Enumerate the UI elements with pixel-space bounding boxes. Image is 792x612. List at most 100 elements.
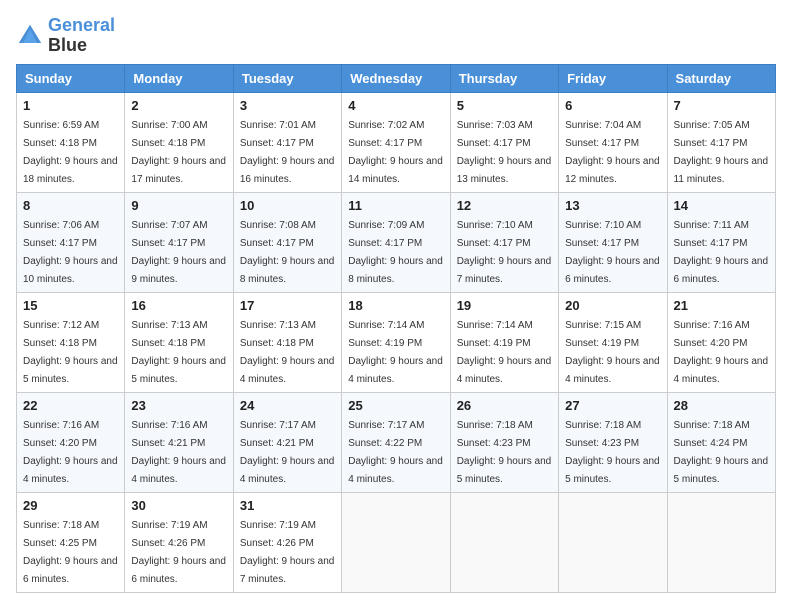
logo-text: GeneralBlue <box>48 16 115 56</box>
day-info: Sunrise: 7:01 AMSunset: 4:17 PMDaylight:… <box>240 120 335 185</box>
day-info: Sunrise: 7:11 AMSunset: 4:17 PMDaylight:… <box>674 220 769 285</box>
day-number: 25 <box>348 398 443 413</box>
calendar-cell: 9 Sunrise: 7:07 AMSunset: 4:17 PMDayligh… <box>125 192 233 292</box>
logo: GeneralBlue <box>16 16 115 56</box>
day-number: 27 <box>565 398 660 413</box>
day-info: Sunrise: 7:18 AMSunset: 4:24 PMDaylight:… <box>674 420 769 485</box>
day-info: Sunrise: 7:07 AMSunset: 4:17 PMDaylight:… <box>131 220 226 285</box>
day-number: 26 <box>457 398 552 413</box>
day-number: 7 <box>674 98 769 113</box>
calendar-cell: 18 Sunrise: 7:14 AMSunset: 4:19 PMDaylig… <box>342 292 450 392</box>
day-info: Sunrise: 7:19 AMSunset: 4:26 PMDaylight:… <box>131 520 226 585</box>
calendar-week-3: 15 Sunrise: 7:12 AMSunset: 4:18 PMDaylig… <box>17 292 776 392</box>
calendar-week-4: 22 Sunrise: 7:16 AMSunset: 4:20 PMDaylig… <box>17 392 776 492</box>
day-info: Sunrise: 7:16 AMSunset: 4:20 PMDaylight:… <box>23 420 118 485</box>
calendar-cell: 22 Sunrise: 7:16 AMSunset: 4:20 PMDaylig… <box>17 392 125 492</box>
day-info: Sunrise: 7:14 AMSunset: 4:19 PMDaylight:… <box>457 320 552 385</box>
day-info: Sunrise: 7:03 AMSunset: 4:17 PMDaylight:… <box>457 120 552 185</box>
day-info: Sunrise: 7:16 AMSunset: 4:20 PMDaylight:… <box>674 320 769 385</box>
calendar-cell: 31 Sunrise: 7:19 AMSunset: 4:26 PMDaylig… <box>233 492 341 592</box>
calendar-cell <box>342 492 450 592</box>
day-info: Sunrise: 7:14 AMSunset: 4:19 PMDaylight:… <box>348 320 443 385</box>
day-number: 19 <box>457 298 552 313</box>
day-number: 5 <box>457 98 552 113</box>
calendar-cell: 6 Sunrise: 7:04 AMSunset: 4:17 PMDayligh… <box>559 92 667 192</box>
day-info: Sunrise: 7:10 AMSunset: 4:17 PMDaylight:… <box>457 220 552 285</box>
calendar-cell: 13 Sunrise: 7:10 AMSunset: 4:17 PMDaylig… <box>559 192 667 292</box>
day-info: Sunrise: 7:17 AMSunset: 4:22 PMDaylight:… <box>348 420 443 485</box>
calendar-cell: 8 Sunrise: 7:06 AMSunset: 4:17 PMDayligh… <box>17 192 125 292</box>
day-number: 9 <box>131 198 226 213</box>
page-header: GeneralBlue <box>16 16 776 56</box>
calendar-cell: 14 Sunrise: 7:11 AMSunset: 4:17 PMDaylig… <box>667 192 775 292</box>
calendar-cell: 2 Sunrise: 7:00 AMSunset: 4:18 PMDayligh… <box>125 92 233 192</box>
day-number: 20 <box>565 298 660 313</box>
day-number: 16 <box>131 298 226 313</box>
day-number: 1 <box>23 98 118 113</box>
day-number: 6 <box>565 98 660 113</box>
column-header-saturday: Saturday <box>667 64 775 92</box>
day-info: Sunrise: 7:18 AMSunset: 4:25 PMDaylight:… <box>23 520 118 585</box>
day-info: Sunrise: 7:02 AMSunset: 4:17 PMDaylight:… <box>348 120 443 185</box>
day-number: 23 <box>131 398 226 413</box>
calendar-cell: 4 Sunrise: 7:02 AMSunset: 4:17 PMDayligh… <box>342 92 450 192</box>
calendar-cell: 1 Sunrise: 6:59 AMSunset: 4:18 PMDayligh… <box>17 92 125 192</box>
day-number: 21 <box>674 298 769 313</box>
day-info: Sunrise: 7:13 AMSunset: 4:18 PMDaylight:… <box>131 320 226 385</box>
day-number: 30 <box>131 498 226 513</box>
day-number: 13 <box>565 198 660 213</box>
day-number: 2 <box>131 98 226 113</box>
calendar-cell <box>559 492 667 592</box>
calendar-cell: 20 Sunrise: 7:15 AMSunset: 4:19 PMDaylig… <box>559 292 667 392</box>
day-info: Sunrise: 7:05 AMSunset: 4:17 PMDaylight:… <box>674 120 769 185</box>
day-info: Sunrise: 7:19 AMSunset: 4:26 PMDaylight:… <box>240 520 335 585</box>
calendar-cell <box>667 492 775 592</box>
logo-icon <box>16 22 44 50</box>
calendar-table: SundayMondayTuesdayWednesdayThursdayFrid… <box>16 64 776 593</box>
calendar-week-1: 1 Sunrise: 6:59 AMSunset: 4:18 PMDayligh… <box>17 92 776 192</box>
day-info: Sunrise: 7:06 AMSunset: 4:17 PMDaylight:… <box>23 220 118 285</box>
calendar-cell: 12 Sunrise: 7:10 AMSunset: 4:17 PMDaylig… <box>450 192 558 292</box>
calendar-week-2: 8 Sunrise: 7:06 AMSunset: 4:17 PMDayligh… <box>17 192 776 292</box>
day-info: Sunrise: 7:09 AMSunset: 4:17 PMDaylight:… <box>348 220 443 285</box>
calendar-cell: 11 Sunrise: 7:09 AMSunset: 4:17 PMDaylig… <box>342 192 450 292</box>
calendar-cell: 23 Sunrise: 7:16 AMSunset: 4:21 PMDaylig… <box>125 392 233 492</box>
day-info: Sunrise: 7:04 AMSunset: 4:17 PMDaylight:… <box>565 120 660 185</box>
calendar-cell: 3 Sunrise: 7:01 AMSunset: 4:17 PMDayligh… <box>233 92 341 192</box>
day-info: Sunrise: 7:17 AMSunset: 4:21 PMDaylight:… <box>240 420 335 485</box>
calendar-cell: 7 Sunrise: 7:05 AMSunset: 4:17 PMDayligh… <box>667 92 775 192</box>
calendar-cell: 21 Sunrise: 7:16 AMSunset: 4:20 PMDaylig… <box>667 292 775 392</box>
column-header-tuesday: Tuesday <box>233 64 341 92</box>
day-number: 18 <box>348 298 443 313</box>
calendar-week-5: 29 Sunrise: 7:18 AMSunset: 4:25 PMDaylig… <box>17 492 776 592</box>
calendar-cell: 19 Sunrise: 7:14 AMSunset: 4:19 PMDaylig… <box>450 292 558 392</box>
day-number: 14 <box>674 198 769 213</box>
calendar-cell: 26 Sunrise: 7:18 AMSunset: 4:23 PMDaylig… <box>450 392 558 492</box>
calendar-cell: 17 Sunrise: 7:13 AMSunset: 4:18 PMDaylig… <box>233 292 341 392</box>
day-number: 11 <box>348 198 443 213</box>
column-header-wednesday: Wednesday <box>342 64 450 92</box>
column-header-thursday: Thursday <box>450 64 558 92</box>
calendar-cell: 10 Sunrise: 7:08 AMSunset: 4:17 PMDaylig… <box>233 192 341 292</box>
day-number: 3 <box>240 98 335 113</box>
day-number: 15 <box>23 298 118 313</box>
day-info: Sunrise: 7:00 AMSunset: 4:18 PMDaylight:… <box>131 120 226 185</box>
calendar-cell: 27 Sunrise: 7:18 AMSunset: 4:23 PMDaylig… <box>559 392 667 492</box>
day-number: 29 <box>23 498 118 513</box>
day-info: Sunrise: 7:16 AMSunset: 4:21 PMDaylight:… <box>131 420 226 485</box>
day-info: Sunrise: 7:12 AMSunset: 4:18 PMDaylight:… <box>23 320 118 385</box>
calendar-cell: 24 Sunrise: 7:17 AMSunset: 4:21 PMDaylig… <box>233 392 341 492</box>
calendar-cell <box>450 492 558 592</box>
calendar-cell: 5 Sunrise: 7:03 AMSunset: 4:17 PMDayligh… <box>450 92 558 192</box>
day-number: 17 <box>240 298 335 313</box>
calendar-cell: 30 Sunrise: 7:19 AMSunset: 4:26 PMDaylig… <box>125 492 233 592</box>
day-number: 10 <box>240 198 335 213</box>
day-number: 31 <box>240 498 335 513</box>
day-number: 4 <box>348 98 443 113</box>
column-header-sunday: Sunday <box>17 64 125 92</box>
calendar-cell: 28 Sunrise: 7:18 AMSunset: 4:24 PMDaylig… <box>667 392 775 492</box>
day-info: Sunrise: 6:59 AMSunset: 4:18 PMDaylight:… <box>23 120 118 185</box>
day-info: Sunrise: 7:18 AMSunset: 4:23 PMDaylight:… <box>565 420 660 485</box>
day-number: 28 <box>674 398 769 413</box>
column-header-friday: Friday <box>559 64 667 92</box>
